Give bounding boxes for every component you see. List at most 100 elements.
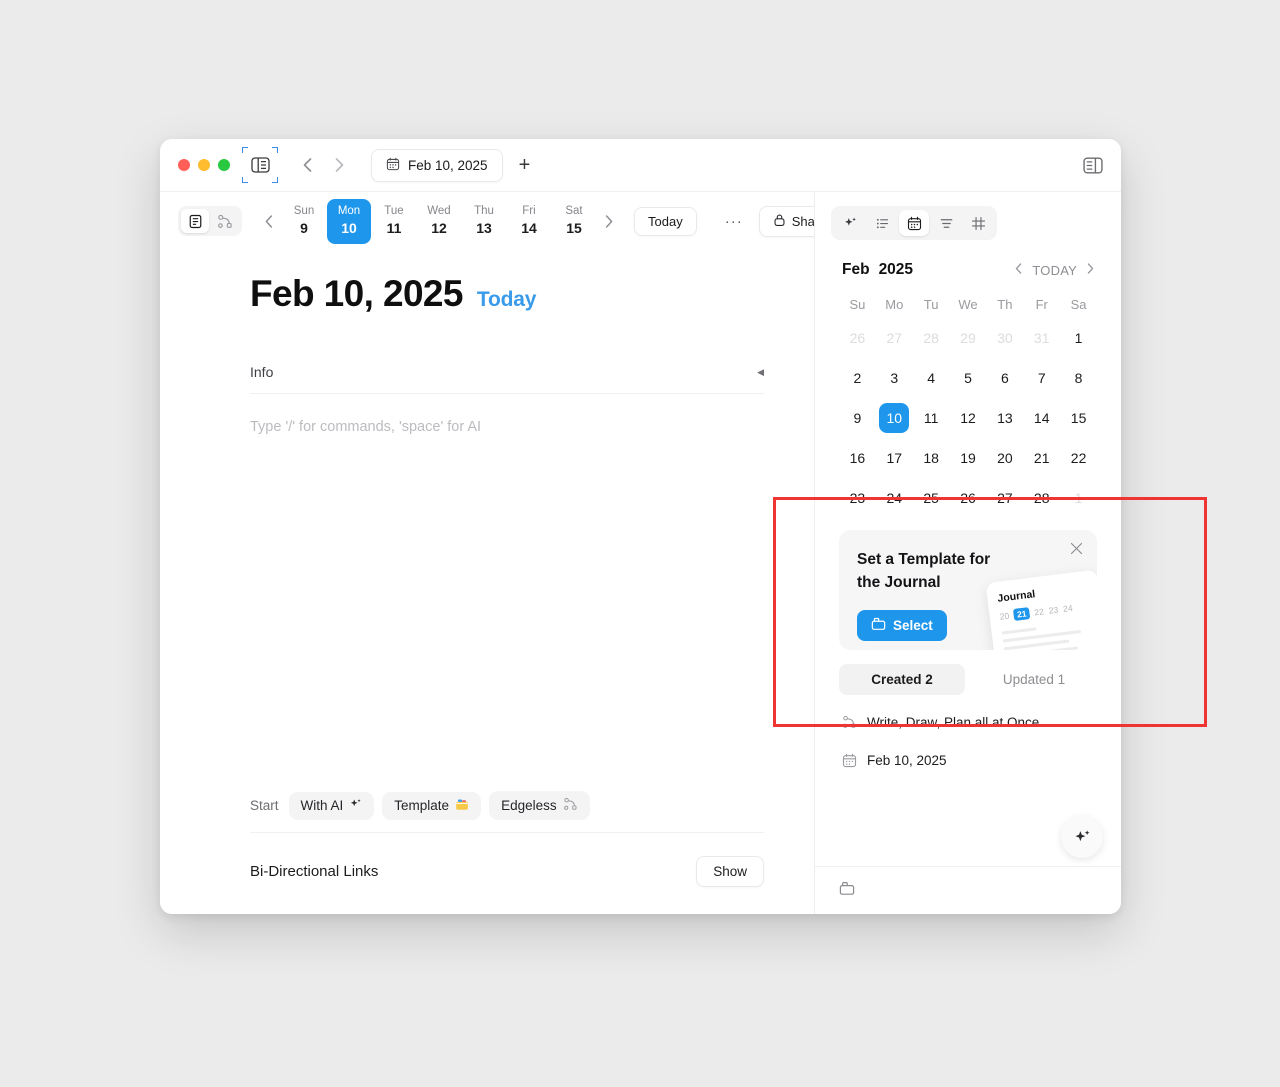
document-tab[interactable]: Feb 10, 2025 <box>371 148 503 182</box>
page-mode-icon[interactable] <box>181 209 209 233</box>
bi-directional-links-label: Bi-Directional Links <box>250 863 379 880</box>
edgeless-mode-icon <box>841 714 857 730</box>
right-panel-toolbar <box>815 192 1121 240</box>
tab-updated[interactable]: Updated 1 <box>971 664 1097 695</box>
calendar-day[interactable]: 24 <box>876 478 913 518</box>
tab-created[interactable]: Created 2 <box>839 664 965 695</box>
today-button[interactable]: Today <box>634 206 697 236</box>
show-links-button[interactable]: Show <box>696 856 764 887</box>
chevron-left-icon[interactable] <box>297 155 317 175</box>
calendar-day[interactable]: 2 <box>839 358 876 398</box>
list-icon[interactable] <box>867 210 897 236</box>
calendar-weekday: Su <box>849 297 866 312</box>
calendar-day[interactable]: 1 <box>1060 318 1097 358</box>
calendar-day[interactable]: 16 <box>839 438 876 478</box>
next-week-button[interactable] <box>598 210 620 232</box>
maximize-window-button[interactable] <box>218 159 230 171</box>
calendar-day[interactable]: 29 <box>950 318 987 358</box>
calendar-day[interactable]: 4 <box>913 358 950 398</box>
day-cell[interactable]: Sat 15 <box>552 199 596 244</box>
select-template-label: Select <box>893 618 933 633</box>
list-item-title: Write, Draw, Plan all at Once. <box>867 714 1044 730</box>
template-icon <box>871 617 886 634</box>
more-options-button[interactable]: ··· <box>721 213 747 230</box>
day-dow: Sun <box>293 204 315 217</box>
right-panel-list: Write, Draw, Plan all at Once. Feb 10, 2… <box>815 695 1121 779</box>
editor-placeholder[interactable]: Type '/' for commands, 'space' for AI <box>250 419 764 435</box>
sidebar-right-icon[interactable] <box>1081 154 1105 176</box>
calendar-day[interactable]: 9 <box>839 398 876 438</box>
calendar-day[interactable]: 30 <box>986 318 1023 358</box>
calendar-day[interactable]: 8 <box>1060 358 1097 398</box>
calendar-day[interactable]: 14 <box>1023 398 1060 438</box>
calendar-next-icon[interactable] <box>1087 263 1094 277</box>
calendar-day[interactable]: 6 <box>986 358 1023 398</box>
calendar-day[interactable]: 22 <box>1060 438 1097 478</box>
select-template-button[interactable]: Select <box>857 610 947 641</box>
day-cell-selected[interactable]: Mon 10 <box>327 198 371 244</box>
calendar-day[interactable]: 19 <box>950 438 987 478</box>
list-item[interactable]: Feb 10, 2025 <box>839 741 1097 779</box>
calendar-icon <box>386 157 400 174</box>
start-chip-with-ai[interactable]: With AI <box>288 791 375 820</box>
calendar-day[interactable]: 18 <box>913 438 950 478</box>
list-item-title: Feb 10, 2025 <box>867 752 947 768</box>
new-tab-button[interactable]: + <box>519 155 531 175</box>
close-window-button[interactable] <box>178 159 190 171</box>
calendar-day[interactable]: 25 <box>913 478 950 518</box>
start-label: Start <box>250 798 279 813</box>
template-icon[interactable] <box>839 881 855 901</box>
calendar-day[interactable]: 27 <box>876 318 913 358</box>
calendar-day[interactable]: 1 <box>1060 478 1097 518</box>
calendar-day[interactable]: 31 <box>1023 318 1060 358</box>
calendar-day[interactable]: 26 <box>839 318 876 358</box>
calendar-day[interactable]: 20 <box>986 438 1023 478</box>
day-cell[interactable]: Tue 11 <box>372 199 416 244</box>
day-cell[interactable]: Thu 13 <box>462 199 506 244</box>
ai-sparkle-icon[interactable] <box>835 210 865 236</box>
calendar-today-button[interactable]: TODAY <box>1032 263 1077 278</box>
calendar-prev-icon[interactable] <box>1015 263 1022 277</box>
main-pane: Sun 9 Mon 10 Tue 11 Wed 12 Thu 13 Fri 14… <box>160 192 841 914</box>
calendar-day-selected[interactable]: 10 <box>876 398 913 438</box>
caret-left-icon[interactable]: ◀ <box>757 367 764 378</box>
calendar-icon[interactable] <box>899 210 929 236</box>
minimize-window-button[interactable] <box>198 159 210 171</box>
calendar-day[interactable]: 28 <box>1023 478 1060 518</box>
prev-week-button[interactable] <box>258 210 280 232</box>
app-window: Feb 10, 2025 + Sun 9 Mon 10 Tue 11 Wed 1… <box>160 139 1121 914</box>
day-dow: Fri <box>522 204 536 217</box>
start-chip-edgeless[interactable]: Edgeless <box>489 791 590 820</box>
calendar-day[interactable]: 21 <box>1023 438 1060 478</box>
day-cell[interactable]: Fri 14 <box>507 199 551 244</box>
calendar-week-row: 9 10 11 12 13 14 15 <box>839 398 1097 438</box>
calendar-day[interactable]: 23 <box>839 478 876 518</box>
sidebar-left-icon[interactable] <box>242 147 278 175</box>
day-num: 10 <box>341 219 357 236</box>
template-preview-date: 22 <box>1033 606 1045 618</box>
calendar-icon <box>841 752 857 768</box>
start-chip-template[interactable]: Template <box>382 791 482 820</box>
outline-icon[interactable] <box>931 210 961 236</box>
ai-assistant-button[interactable] <box>1061 816 1103 858</box>
calendar-day[interactable]: 5 <box>950 358 987 398</box>
calendar-day[interactable]: 7 <box>1023 358 1060 398</box>
calendar-day[interactable]: 28 <box>913 318 950 358</box>
calendar-day[interactable]: 26 <box>950 478 987 518</box>
day-cell[interactable]: Sun 9 <box>282 199 326 244</box>
calendar-day[interactable]: 13 <box>986 398 1023 438</box>
calendar-day[interactable]: 3 <box>876 358 913 398</box>
chevron-right-icon[interactable] <box>329 155 349 175</box>
day-cell[interactable]: Wed 12 <box>417 199 461 244</box>
template-preview-card: Journal 20 21 22 23 24 <box>985 569 1097 650</box>
calendar-day[interactable]: 27 <box>986 478 1023 518</box>
calendar-day[interactable]: 12 <box>950 398 987 438</box>
list-item[interactable]: Write, Draw, Plan all at Once. <box>839 703 1097 741</box>
edgeless-mode-icon[interactable] <box>211 209 239 233</box>
frame-icon[interactable] <box>963 210 993 236</box>
calendar-day[interactable]: 15 <box>1060 398 1097 438</box>
info-section[interactable]: Info ◀ <box>250 364 764 394</box>
close-icon[interactable] <box>1070 542 1083 558</box>
calendar-day[interactable]: 17 <box>876 438 913 478</box>
calendar-day[interactable]: 11 <box>913 398 950 438</box>
